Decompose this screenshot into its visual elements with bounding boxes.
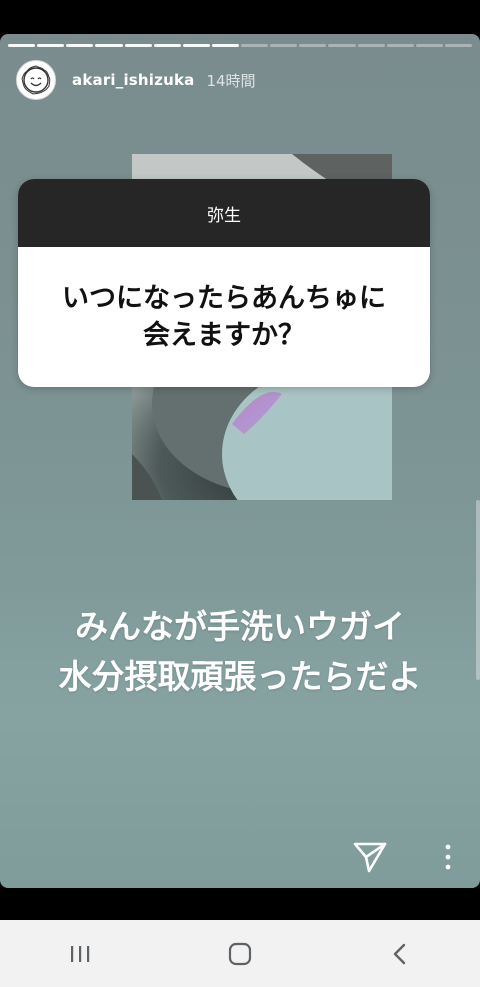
post-time: 14時間 [206, 71, 256, 90]
progress-segment [357, 44, 385, 47]
caption-line-1: みんなが手洗いウガイ [75, 607, 405, 646]
progress-segment [8, 44, 36, 47]
progress-segment [444, 44, 472, 47]
progress-segment [299, 44, 327, 47]
username[interactable]: akari_ishizuka [72, 71, 194, 89]
story-progress-bar [8, 44, 472, 47]
progress-segment [66, 44, 94, 47]
recents-button[interactable] [50, 934, 110, 974]
question-asker: 弥生 [18, 179, 430, 247]
avatar-face-icon [21, 65, 51, 95]
progress-segment [95, 44, 123, 47]
progress-segment [153, 44, 181, 47]
story-header: akari_ishizuka 14時間 [16, 60, 256, 100]
vertical-dots-icon [445, 844, 451, 870]
back-icon [393, 943, 406, 964]
home-icon [228, 942, 252, 965]
progress-segment [211, 44, 239, 47]
more-options-button[interactable] [440, 842, 456, 872]
avatar[interactable] [16, 60, 56, 100]
paper-plane-icon [353, 842, 387, 873]
progress-segment [328, 44, 356, 47]
progress-segment [124, 44, 152, 47]
progress-segment [415, 44, 443, 47]
home-button[interactable] [210, 934, 270, 974]
recents-icon [71, 945, 90, 962]
screen: akari_ishizuka 14時間 弥生 いつになったらあんちゅに会えますか… [0, 0, 480, 987]
progress-segment [241, 44, 269, 47]
question-sticker[interactable]: 弥生 いつになったらあんちゅに会えますか？ [18, 179, 430, 387]
caption-line-2: 水分摂取頑張ったらだよ [58, 657, 422, 696]
progress-segment [182, 44, 210, 47]
back-button[interactable] [370, 934, 430, 974]
progress-segment [270, 44, 298, 47]
progress-segment [37, 44, 65, 47]
progress-segment [386, 44, 414, 47]
question-text: いつになったらあんちゅに会えますか？ [62, 283, 386, 351]
side-handle [476, 500, 480, 680]
system-nav-bar [0, 920, 480, 987]
story-view[interactable]: akari_ishizuka 14時間 弥生 いつになったらあんちゅに会えますか… [0, 34, 480, 888]
story-caption: みんなが手洗いウガイ 水分摂取頑張ったらだよ [24, 602, 456, 702]
send-button[interactable] [352, 840, 388, 874]
